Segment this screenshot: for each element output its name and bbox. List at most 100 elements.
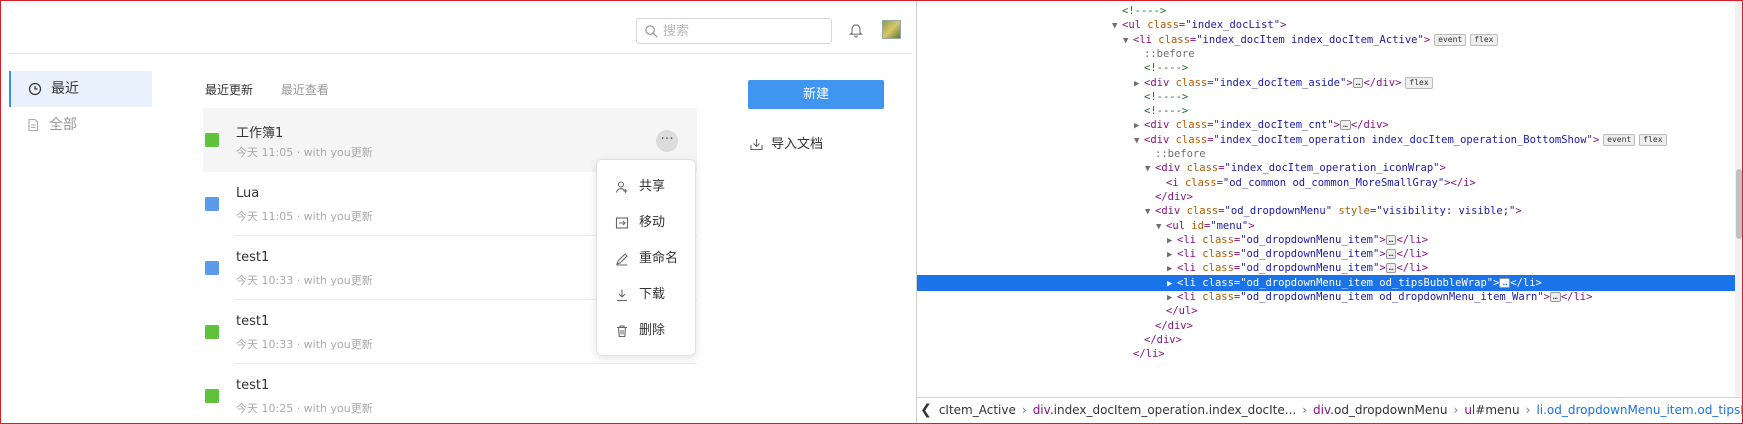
code-token: ::before [1155,148,1206,160]
code-token: "od_common od_common_MoreSmallGray" [1222,176,1445,189]
code-token: <div [1144,119,1176,132]
menu-item-rename[interactable]: 重命名 [597,241,695,277]
clock-icon [28,82,42,96]
document-icon [28,118,39,132]
document-name: test1 [236,250,270,265]
code-token: class [1184,176,1217,189]
document-meta: 今天 10:33 · with you更新 [236,338,373,351]
import-label: 导入文档 [771,137,824,152]
breadcrumb-item[interactable]: div.od_dropdownMenu [1313,398,1447,422]
ellipsis-button[interactable]: … [1550,292,1561,302]
sidebar: 最近 全部 [9,71,152,143]
code-token: > [1379,233,1386,246]
ellipsis-button[interactable]: … [1352,77,1364,88]
code-token: id [1191,219,1204,232]
breadcrumb-item[interactable]: ul#menu [1464,398,1519,422]
code-token: <li [1133,33,1159,46]
code-token: class [1186,162,1219,175]
flex-badge[interactable]: flex [1639,133,1667,146]
breadcrumb-selector: #menu [1475,403,1520,417]
ellipsis-button[interactable]: … [1339,120,1351,131]
menu-item-move[interactable]: 移动 [597,205,695,241]
bell-icon[interactable] [848,22,864,38]
document-name: test1 [236,378,270,393]
code-token: "od_dropdownMenu_item" [1240,233,1380,246]
document-meta: 今天 10:33 · with you更新 [236,274,373,287]
code-token: "index_docItem_cnt" [1213,119,1334,132]
code-token: ::before [1144,47,1195,60]
document-meta: 今天 11:05 · with you更新 [236,146,373,159]
code-token: </li> [1396,233,1429,246]
code-token: "index_docItem_aside" [1213,76,1347,89]
ellipsis-button[interactable]: … [1385,249,1397,260]
list-item[interactable]: test1 今天 10:25 · with you更新 [203,364,697,423]
new-button[interactable]: 新建 [748,80,884,109]
tab-recent-updated[interactable]: 最近更新 [205,81,253,98]
sidebar-item-label: 最近 [51,81,79,97]
breadcrumb-item[interactable]: li.od_dropdownMenu_item.od_tipsBubbleWra… [1536,398,1742,422]
dom-node[interactable]: </li> [917,346,1735,362]
event-badge[interactable]: event [1603,133,1636,146]
breadcrumb-selector: cItem_Active [938,403,1016,417]
scrollbar-thumb[interactable] [1736,169,1742,239]
ellipsis-button[interactable]: … [1385,263,1397,274]
breadcrumb-separator: › [1453,403,1459,417]
code-token: </li> [1510,276,1542,289]
document-name: Lua [236,186,260,201]
code-token: <ul [1122,19,1148,32]
code-token: class [1202,248,1234,261]
code-token: "visibility: visible;" [1376,205,1516,218]
breadcrumb-back-icon[interactable]: ❮ [917,398,935,422]
code-token: <li [1177,291,1203,303]
more-options-icon[interactable]: ··· [656,130,678,152]
menu-item-delete[interactable]: 删除 [597,313,695,349]
sidebar-item-all[interactable]: 全部 [9,107,152,143]
code-token: "od_dropdownMenu_item od_dropdownMenu_it… [1240,291,1544,303]
flex-badge[interactable]: flex [1470,33,1498,46]
sidebar-item-recent[interactable]: 最近 [9,71,152,107]
code-token: <li [1177,248,1203,261]
breadcrumb-tag: div [1313,403,1331,417]
breadcrumb-separator: › [1302,403,1308,417]
breadcrumb-selector: .od_dropdownMenu [1330,403,1448,417]
code-token: </div> [1155,319,1193,332]
code-token: > [1379,262,1386,275]
search-box[interactable] [636,18,832,44]
code-token: <!----> [1144,105,1189,118]
document-icon [205,261,219,275]
ellipsis-button[interactable]: … [1499,277,1511,288]
menu-item-label: 下载 [639,287,666,302]
menu-item-share[interactable]: 共享 [597,169,695,205]
document-name: 工作簿1 [236,126,284,141]
dropdown-menu: 共享 移动 重命名 下载 删除 [596,159,696,356]
import-document-button[interactable]: 导入文档 [749,136,823,154]
code-token: > [1346,76,1353,89]
code-token: <div [1144,133,1176,146]
breadcrumb-item[interactable]: div.index_docItem_operation.index_docIte… [1033,398,1297,422]
code-token: class [1186,205,1219,218]
document-name: test1 [236,314,270,329]
search-input[interactable] [663,21,823,41]
breadcrumb-item[interactable]: cItem_Active [939,398,1016,422]
code-token: "index_docList" [1185,19,1281,32]
event-badge[interactable]: event [1434,33,1467,46]
ellipsis-button[interactable]: … [1385,234,1397,245]
code-token: </div> [1155,190,1193,203]
vertical-scrollbar[interactable] [1735,1,1742,396]
search-icon [645,25,658,38]
breadcrumb-tag: div [1032,403,1050,417]
top-bar [9,1,912,54]
breadcrumb-separator: › [1021,403,1027,417]
avatar[interactable] [882,20,901,39]
spreadsheet-icon [205,133,219,147]
tab-recent-viewed[interactable]: 最近查看 [281,81,329,98]
menu-item-download[interactable]: 下载 [597,277,695,313]
code-token: class [1202,276,1234,289]
code-token: class [1147,19,1179,32]
flex-badge[interactable]: flex [1405,76,1433,89]
code-token: > [1280,19,1287,32]
code-token: > [1379,248,1386,261]
import-icon [750,139,763,151]
code-token: </li> [1396,262,1429,275]
code-token: "od_dropdownMenu_item" [1240,248,1380,261]
